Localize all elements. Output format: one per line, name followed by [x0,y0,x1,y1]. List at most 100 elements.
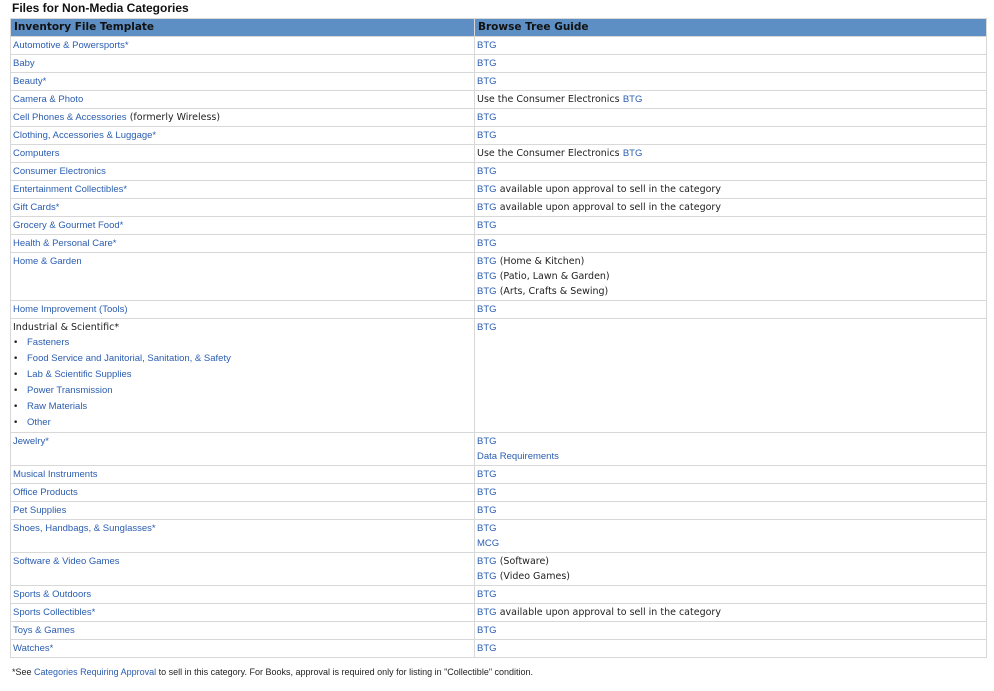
category-cell: Gift Cards* [10,198,475,217]
guide-line: BTG [477,38,984,53]
category-link[interactable]: Sports Collectibles* [13,607,95,618]
category-cell: Pet Supplies [10,501,475,520]
guide-prefix: Use the Consumer Electronics [477,148,620,159]
guide-link[interactable]: BTG [477,322,497,333]
guide-link[interactable]: BTG [477,202,497,213]
category-link[interactable]: Jewelry* [13,436,49,447]
subcategory-link[interactable]: Power Transmission [27,385,113,396]
guide-link[interactable]: BTG [477,112,497,123]
guide-link[interactable]: BTG [477,625,497,636]
subcategory-link[interactable]: Other [27,417,51,428]
guide-link[interactable]: BTG [477,505,497,516]
category-note: (formerly Wireless) [129,112,221,123]
category-link[interactable]: Shoes, Handbags, & Sunglasses* [13,523,156,534]
guide-text: (Patio, Lawn & Garden) [499,271,610,282]
category-link[interactable]: Musical Instruments [13,469,97,480]
guide-link[interactable]: BTG [477,271,497,282]
guide-link[interactable]: Data Requirements [477,451,559,462]
category-link[interactable]: Software & Video Games [13,556,120,567]
guide-link[interactable]: BTG [477,76,497,87]
guide-text: (Video Games) [499,571,570,582]
list-item: • Lab & Scientific Supplies [13,367,472,383]
category-cell: Automotive & Powersports* [10,36,475,55]
guide-line: BTG available upon approval to sell in t… [477,605,984,620]
category-link[interactable]: Home Improvement (Tools) [13,304,128,315]
subcategory-link[interactable]: Lab & Scientific Supplies [27,369,132,380]
category-link[interactable]: Beauty* [13,76,46,87]
category-link[interactable]: Sports & Outdoors [13,589,91,600]
subcategory-link[interactable]: Fasteners [27,337,69,348]
guide-link[interactable]: MCG [477,538,499,549]
guide-line: BTG [477,641,984,656]
guide-cell: BTG [474,36,987,55]
category-link[interactable]: Baby [13,58,35,69]
guide-link[interactable]: BTG [477,166,497,177]
category-link[interactable]: Entertainment Collectibles* [13,184,127,195]
guide-link[interactable]: BTG [623,94,643,105]
category-link[interactable]: Camera & Photo [13,94,83,105]
guide-link[interactable]: BTG [477,643,497,654]
guide-line: BTG (Video Games) [477,569,984,584]
guide-text: available upon approval to sell in the c… [499,184,721,195]
category-cell: Baby [10,54,475,73]
category-link[interactable]: Gift Cards* [13,202,59,213]
guide-link[interactable]: BTG [477,589,497,600]
category-link[interactable]: Consumer Electronics [13,166,106,177]
guide-link[interactable]: BTG [477,256,497,267]
table-row: Baby BTG [10,54,987,73]
category-cell: Sports & Outdoors [10,585,475,604]
guide-text: (Home & Kitchen) [499,256,585,267]
guide-line: MCG [477,536,984,551]
subcategory-link[interactable]: Food Service and Janitorial, Sanitation,… [27,353,231,364]
guide-link[interactable]: BTG [477,304,497,315]
guide-line: BTG [477,128,984,143]
guide-link[interactable]: BTG [477,40,497,51]
guide-text: (Software) [499,556,550,567]
categories-requiring-approval-link[interactable]: Categories Requiring Approval [34,667,156,677]
bullet-icon: • [13,418,19,428]
guide-link[interactable]: BTG [477,469,497,480]
guide-link[interactable]: BTG [477,58,497,69]
guide-link[interactable]: BTG [477,487,497,498]
guide-link[interactable]: BTG [477,184,497,195]
guide-link[interactable]: BTG [623,148,643,159]
guide-link[interactable]: BTG [477,556,497,567]
category-label: Industrial & Scientific* [13,322,120,333]
guide-link[interactable]: BTG [477,607,497,618]
table-row: Home & Garden BTG (Home & Kitchen) BTG (Pa… [10,252,987,301]
category-link[interactable]: Computers [13,148,59,159]
guide-link[interactable]: BTG [477,220,497,231]
guide-prefix: Use the Consumer Electronics [477,94,620,105]
category-link[interactable]: Grocery & Gourmet Food* [13,220,123,231]
category-link[interactable]: Clothing, Accessories & Luggage* [13,130,156,141]
guide-cell: BTG [474,465,987,484]
category-cell: Jewelry* [10,432,475,466]
category-link[interactable]: Watches* [13,643,53,654]
guide-line: BTG [477,467,984,482]
category-link[interactable]: Cell Phones & Accessories [13,112,127,123]
category-link[interactable]: Office Products [13,487,78,498]
category-link[interactable]: Toys & Games [13,625,75,636]
category-link[interactable]: Pet Supplies [13,505,66,516]
guide-link[interactable]: BTG [477,571,497,582]
guide-cell: BTG available upon approval to sell in t… [474,180,987,199]
subcategory-link[interactable]: Raw Materials [27,401,87,412]
guide-link[interactable]: BTG [477,130,497,141]
guide-line: Use the Consumer Electronics BTG [477,146,984,161]
list-item: • Power Transmission [13,383,472,399]
category-link[interactable]: Home & Garden [13,256,82,267]
table-header-row: Inventory File Template Browse Tree Guid… [10,18,987,37]
category-link[interactable]: Health & Personal Care* [13,238,117,249]
guide-cell: BTG [474,54,987,73]
guide-line: BTG [477,434,984,449]
guide-link[interactable]: BTG [477,523,497,534]
category-cell: Computers [10,144,475,163]
guide-link[interactable]: BTG [477,286,497,297]
category-link[interactable]: Automotive & Powersports* [13,40,129,51]
guide-link[interactable]: BTG [477,238,497,249]
guide-line: BTG [477,503,984,518]
guide-cell: BTG [474,483,987,502]
table-row: Clothing, Accessories & Luggage* BTG [10,126,987,145]
guide-link[interactable]: BTG [477,436,497,447]
guide-line: BTG [477,587,984,602]
